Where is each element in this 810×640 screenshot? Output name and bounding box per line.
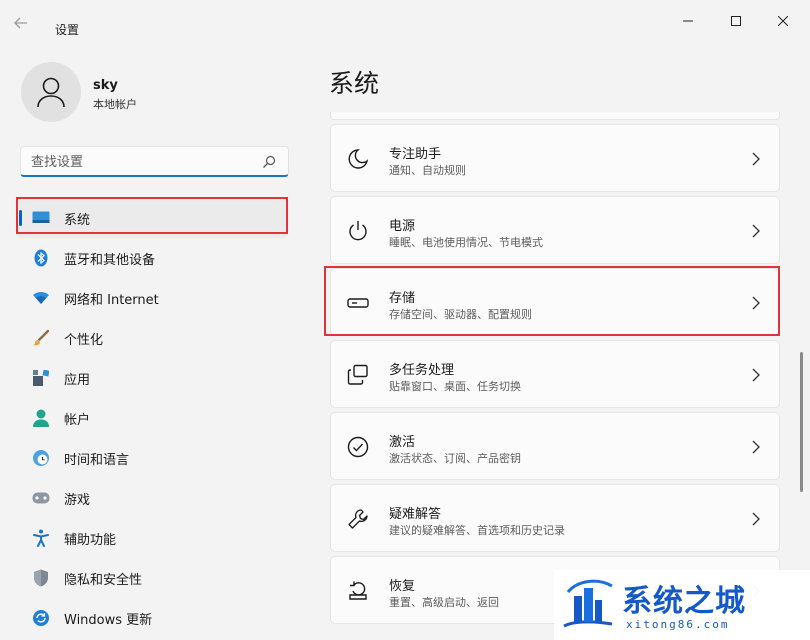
chevron-right-icon [752, 224, 760, 238]
sidebar-item-apps[interactable]: 应用 [16, 358, 288, 398]
system-icon [32, 209, 50, 227]
chevron-right-icon [752, 440, 760, 454]
power-icon [349, 221, 367, 241]
wrench-icon [348, 509, 368, 529]
account-icon [32, 409, 50, 427]
watermark: 系统之城 xitong86.com [554, 570, 810, 640]
accessibility-icon [32, 529, 50, 547]
watermark-logo-icon [563, 579, 613, 628]
avatar[interactable] [21, 62, 81, 122]
sidebar-item-label: 网络和 Internet [64, 292, 159, 308]
settings-list: 专注助手 通知、自动规则 电源 睡眠、电池使用情况、节电模式 存储 存储空间、驱… [330, 112, 780, 640]
close-button[interactable] [760, 10, 806, 32]
chevron-right-icon [752, 368, 760, 382]
search-box[interactable] [20, 146, 289, 177]
search-input[interactable] [31, 152, 251, 172]
sidebar-item-bluetooth[interactable]: 蓝牙和其他设备 [16, 238, 288, 278]
sidebar-item-system[interactable]: 系统 [16, 198, 288, 238]
sidebar-item-label: 游戏 [64, 492, 91, 508]
app-title: 设置 [55, 23, 80, 37]
card-focus-assist[interactable]: 专注助手 通知、自动规则 [330, 124, 780, 192]
chevron-right-icon [752, 296, 760, 310]
card-subtitle: 存储空间、驱动器、配置规则 [389, 308, 532, 321]
brush-icon [32, 329, 50, 347]
moon-icon [348, 149, 369, 169]
sidebar-item-label: 时间和语言 [64, 452, 130, 468]
watermark-text: 系统之城 [622, 584, 746, 619]
arrow-left-icon [14, 17, 27, 29]
card-troubleshoot[interactable]: 疑难解答 建议的疑难解答、首选项和历史记录 [330, 484, 780, 552]
page-title: 系统 [329, 69, 380, 98]
multitask-icon [347, 364, 368, 385]
sidebar-item-network[interactable]: 网络和 Internet [16, 278, 288, 318]
maximize-icon [731, 16, 741, 26]
chevron-right-icon [752, 152, 760, 166]
minimize-button[interactable] [665, 10, 711, 32]
sidebar-item-label: Windows 更新 [64, 612, 153, 628]
search-icon[interactable] [262, 155, 276, 169]
sidebar-item-personalization[interactable]: 个性化 [16, 318, 288, 358]
card-subtitle: 通知、自动规则 [389, 164, 466, 177]
apps-icon [32, 369, 50, 387]
sidebar-item-label: 系统 [64, 212, 91, 228]
sidebar-item-gaming[interactable]: 游戏 [16, 478, 288, 518]
back-button[interactable] [14, 16, 40, 42]
title-bar: 设置 [0, 0, 810, 44]
close-icon [778, 16, 788, 26]
chevron-right-icon [752, 512, 760, 526]
shield-icon [32, 569, 50, 587]
user-icon [37, 77, 65, 108]
minimize-icon [683, 20, 693, 22]
sidebar-item-label: 隐私和安全性 [64, 572, 143, 588]
maximize-button[interactable] [713, 10, 759, 32]
card-activation[interactable]: 激活 激活状态、订阅、产品密钥 [330, 412, 780, 480]
storage-icon [347, 298, 369, 308]
card-subtitle: 睡眠、电池使用情况、节电模式 [389, 236, 543, 249]
gamepad-icon [32, 489, 50, 507]
clock-globe-icon [32, 449, 50, 467]
recovery-icon [349, 581, 367, 600]
card-subtitle: 建议的疑难解答、首选项和历史记录 [389, 524, 565, 537]
sidebar-item-time-language[interactable]: 时间和语言 [16, 438, 288, 478]
card-power[interactable]: 电源 睡眠、电池使用情况、节电模式 [330, 196, 780, 264]
scrollbar-thumb[interactable] [800, 352, 803, 492]
sidebar-item-accessibility[interactable]: 辅助功能 [16, 518, 288, 558]
card-title: 恢复 [389, 579, 416, 594]
card-title: 疑难解答 [389, 507, 442, 522]
card-subtitle: 重置、高级启动、返回 [389, 596, 499, 609]
card-title: 电源 [389, 219, 416, 234]
card-multitasking[interactable]: 多任务处理 贴靠窗口、桌面、任务切换 [330, 340, 780, 408]
watermark-url: xitong86.com [626, 618, 730, 631]
previous-card-edge [330, 112, 780, 120]
sidebar-nav: 系统 蓝牙和其他设备 网络和 Internet 个性化 应用 帐户 时间和语言 … [16, 198, 288, 638]
wifi-icon [32, 289, 50, 307]
sidebar-item-label: 蓝牙和其他设备 [64, 252, 156, 268]
bluetooth-icon [32, 249, 50, 267]
sidebar-item-label: 个性化 [64, 332, 104, 348]
update-icon [32, 609, 50, 627]
card-title: 激活 [389, 435, 416, 450]
sidebar-item-privacy[interactable]: 隐私和安全性 [16, 558, 288, 598]
card-subtitle: 贴靠窗口、桌面、任务切换 [389, 380, 521, 393]
sidebar-item-accounts[interactable]: 帐户 [16, 398, 288, 438]
sidebar-item-label: 应用 [64, 372, 91, 388]
sidebar-item-windows-update[interactable]: Windows 更新 [16, 598, 288, 638]
card-title: 专注助手 [389, 147, 442, 162]
user-name: sky [93, 78, 118, 93]
card-title: 多任务处理 [389, 363, 455, 378]
card-subtitle: 激活状态、订阅、产品密钥 [389, 452, 521, 465]
sidebar-item-label: 辅助功能 [64, 532, 117, 548]
sidebar-item-label: 帐户 [64, 412, 91, 428]
card-title: 存储 [389, 291, 416, 306]
account-type: 本地帐户 [93, 98, 137, 111]
card-storage[interactable]: 存储 存储空间、驱动器、配置规则 [330, 268, 780, 336]
check-circle-icon [347, 436, 369, 458]
